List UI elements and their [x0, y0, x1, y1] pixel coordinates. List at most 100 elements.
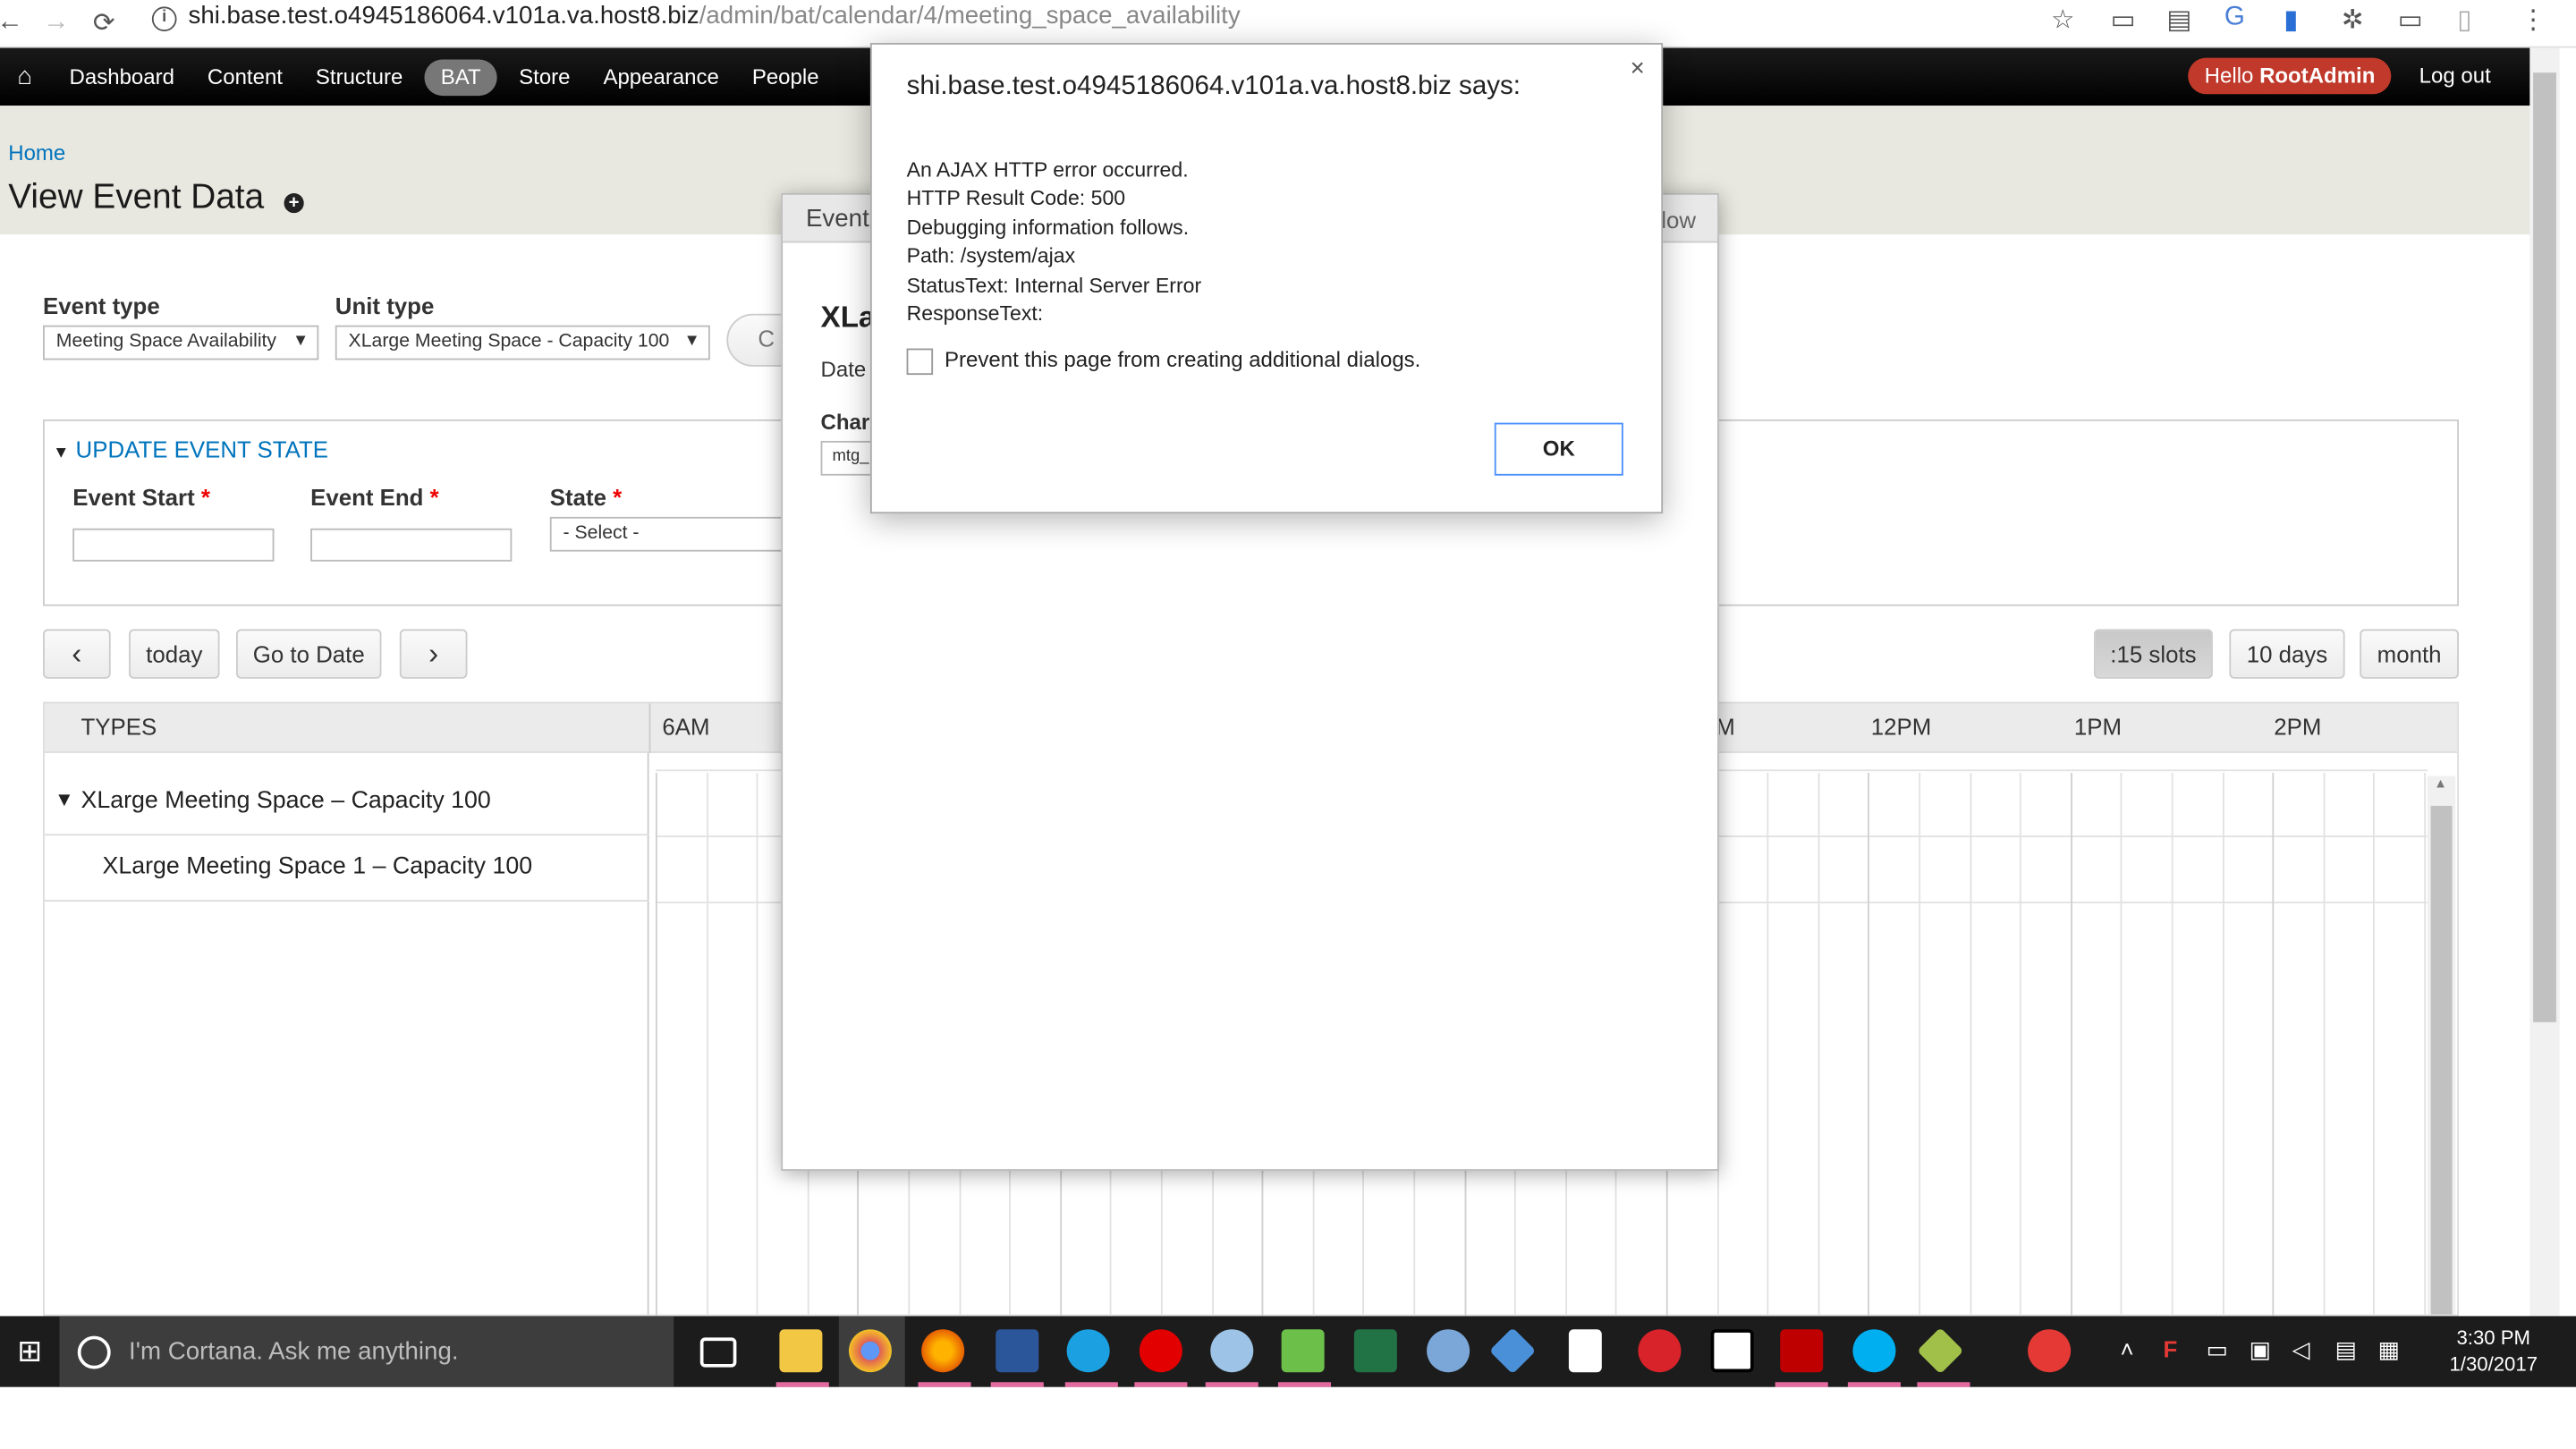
pdf-extension-icon[interactable]: ▯: [2457, 4, 2471, 37]
today-button[interactable]: today: [129, 629, 220, 679]
logout-link[interactable]: Log out: [2419, 58, 2491, 95]
prev-button[interactable]: ‹: [43, 629, 111, 679]
toolbar-item-bat[interactable]: BAT: [424, 58, 498, 96]
slots-view-button[interactable]: :15 slots: [2093, 629, 2213, 679]
ajax-error-alert: × shi.base.test.o4945186064.v101a.va.hos…: [869, 43, 1664, 514]
toolbar-item-store[interactable]: Store: [503, 59, 587, 96]
page-scroll-thumb[interactable]: [2533, 72, 2556, 1022]
network-icon[interactable]: ▣: [2250, 1336, 2271, 1364]
word-icon[interactable]: [996, 1329, 1039, 1373]
volume-icon[interactable]: ◁: [2292, 1336, 2310, 1364]
slot-line: [1969, 773, 1971, 1318]
resource-unit-row[interactable]: XLarge Meeting Space 1 – Capacity 100: [44, 835, 649, 902]
paint-icon[interactable]: [1210, 1329, 1254, 1373]
event-end-text: Event End: [310, 483, 424, 511]
event-end-input[interactable]: [310, 528, 513, 562]
settings-extension-icon[interactable]: ✲: [2342, 4, 2364, 37]
event-start-input[interactable]: [72, 528, 275, 562]
expand-triangle-icon[interactable]: ▼: [55, 788, 74, 811]
excel-icon[interactable]: [1353, 1329, 1397, 1373]
slot-line: [2020, 773, 2022, 1318]
screen: ← → ⟳ i shi.base.test.o4945186064.v101a.…: [0, 0, 2576, 1445]
scroll-up-arrow-icon[interactable]: ▲: [2434, 776, 2447, 792]
site-info-icon[interactable]: i: [151, 6, 177, 32]
alert-message-line: An AJAX HTTP error occurred.: [906, 158, 1189, 182]
home-icon[interactable]: ⌂: [6, 59, 43, 96]
windows-taskbar: ⊞ I'm Cortana. Ask me anything. ˄ F ▭ ▣ …: [0, 1316, 2576, 1387]
user-greeting-badge[interactable]: Hello RootAdmin: [2188, 57, 2392, 95]
next-button[interactable]: ›: [399, 629, 468, 679]
breadcrumb-home[interactable]: Home: [8, 140, 65, 165]
event-end-label: Event End *: [310, 484, 439, 511]
star-icon[interactable]: ☆: [2051, 4, 2074, 37]
monitor-app-icon[interactable]: [2028, 1329, 2072, 1373]
month-view-button[interactable]: month: [2360, 629, 2459, 679]
time-header-2pm: 2PM: [2274, 713, 2322, 741]
state-select[interactable]: - Select -: [549, 516, 784, 552]
opera-icon[interactable]: [1139, 1329, 1182, 1373]
resource-unit-label: XLarge Meeting Space 1 – Capacity 100: [102, 853, 533, 881]
firefox-icon[interactable]: [921, 1329, 965, 1373]
event-type-select[interactable]: Meeting Space Availability ▼: [43, 325, 319, 360]
skype-icon[interactable]: [1852, 1329, 1896, 1373]
windows-start-icon[interactable]: ⊞: [0, 1316, 59, 1386]
toolbar-item-content[interactable]: Content: [191, 59, 299, 96]
calendar-scrollbar[interactable]: ▲: [2427, 775, 2456, 1315]
filezilla-icon[interactable]: [1780, 1329, 1824, 1373]
keyboard-icon[interactable]: ▦: [2378, 1336, 2400, 1364]
red-app-icon[interactable]: [1638, 1329, 1682, 1373]
internet-explorer-icon[interactable]: [1066, 1329, 1110, 1373]
tray-filezilla-icon[interactable]: F: [2164, 1336, 2178, 1363]
cortana-icon: [77, 1335, 111, 1369]
slot-line: [2121, 773, 2123, 1318]
sourcetree-icon[interactable]: [1917, 1327, 1964, 1375]
ten-days-view-button[interactable]: 10 days: [2229, 629, 2345, 679]
task-view-icon[interactable]: [699, 1337, 737, 1368]
page-scrollbar[interactable]: [2529, 47, 2560, 1317]
page-title: View Event Data: [8, 178, 265, 216]
toolbar-item-appearance[interactable]: Appearance: [587, 59, 735, 96]
back-arrow-icon[interactable]: ←: [0, 4, 30, 43]
clock-date: 1/30/2017: [2449, 1352, 2538, 1376]
state-text: State: [549, 483, 606, 511]
calculator-icon[interactable]: [1568, 1329, 1602, 1373]
collapse-triangle-icon: ▼: [53, 444, 70, 462]
green-app-icon[interactable]: [1281, 1329, 1325, 1373]
reload-icon[interactable]: ⟳: [84, 4, 123, 43]
menu-dots-icon[interactable]: ⋮: [2520, 4, 2546, 37]
slot-line: [2424, 773, 2427, 1318]
toolbar-item-structure[interactable]: Structure: [299, 59, 419, 96]
resource-group-row[interactable]: ▼ XLarge Meeting Space – Capacity 100: [44, 769, 649, 836]
prevent-dialogs-label[interactable]: Prevent this page from creating addition…: [945, 347, 1420, 372]
battery-icon[interactable]: ▭: [2207, 1336, 2228, 1364]
translate-icon[interactable]: G: [2224, 4, 2245, 33]
ok-button[interactable]: OK: [1494, 422, 1623, 476]
alert-message-line: Debugging information follows.: [906, 216, 1190, 240]
add-shortcut-icon[interactable]: +: [284, 193, 304, 214]
toolbar-item-dashboard[interactable]: Dashboard: [53, 59, 191, 96]
forward-arrow-icon[interactable]: →: [37, 4, 76, 43]
analytics-icon[interactable]: ▮: [2284, 4, 2298, 37]
system-clock[interactable]: 3:30 PM 1/30/2017: [2437, 1325, 2550, 1377]
update-event-state-toggle[interactable]: ▼ UPDATE EVENT STATE: [53, 436, 328, 462]
window-extension-icon[interactable]: ▭: [2398, 4, 2423, 37]
cortana-search-box[interactable]: I'm Cortana. Ask me anything.: [59, 1316, 674, 1387]
close-icon[interactable]: ×: [1631, 55, 1645, 82]
screen-icon[interactable]: ▭: [2110, 4, 2135, 37]
required-mark: *: [200, 483, 210, 511]
file-explorer-icon[interactable]: [779, 1329, 823, 1373]
calendar-scroll-thumb[interactable]: [2430, 805, 2453, 1315]
date-label: Date: [820, 356, 867, 382]
toolbar-item-people[interactable]: People: [735, 59, 835, 96]
cast-icon[interactable]: ▤: [2166, 4, 2191, 37]
url-field[interactable]: shi.base.test.o4945186064.v101a.va.host8…: [188, 2, 1240, 30]
tray-chevron-icon[interactable]: ˄: [2121, 1336, 2134, 1363]
prevent-dialogs-checkbox[interactable]: [906, 348, 934, 376]
unit-type-select[interactable]: XLarge Meeting Space - Capacity 100 ▼: [335, 325, 710, 360]
go-to-date-button[interactable]: Go to Date: [236, 629, 382, 679]
action-center-icon[interactable]: ▤: [2335, 1336, 2357, 1364]
slot-line: [2373, 773, 2376, 1318]
safari-icon[interactable]: [1427, 1329, 1470, 1373]
git-icon[interactable]: [1489, 1327, 1537, 1375]
7zip-icon[interactable]: [1710, 1329, 1754, 1373]
